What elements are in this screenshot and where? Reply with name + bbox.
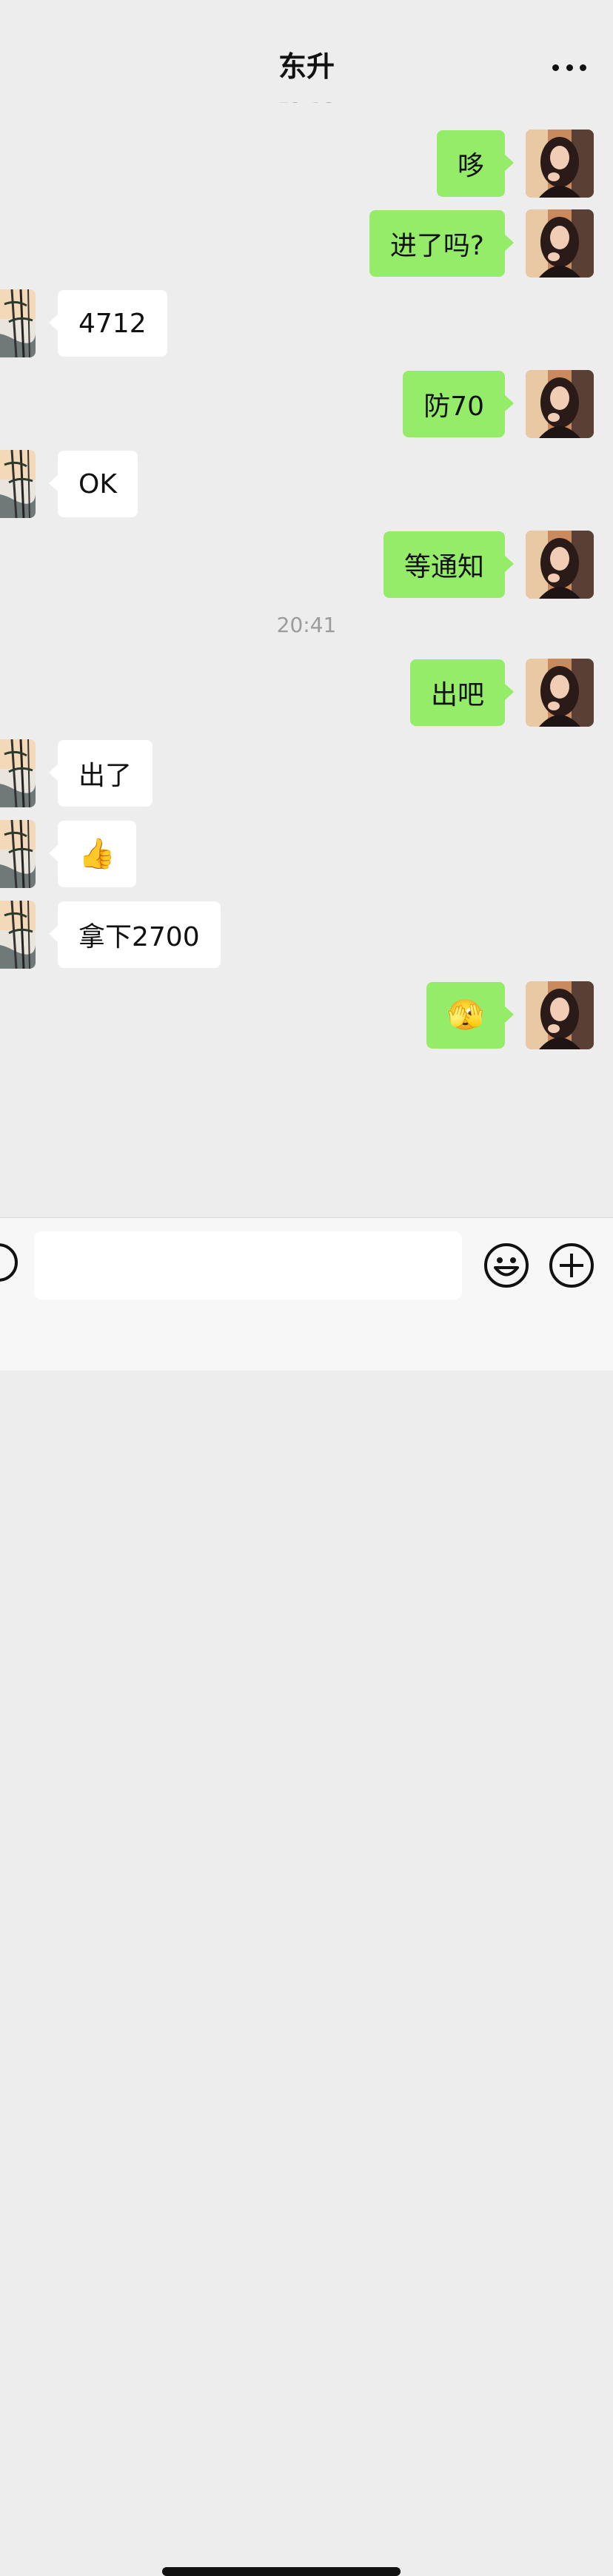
my-avatar[interactable]: [526, 531, 594, 599]
voice-icon[interactable]: [0, 1243, 18, 1282]
message-bubble[interactable]: 4712: [49, 290, 167, 357]
message-bubble[interactable]: 进了吗?: [369, 210, 515, 277]
my-avatar[interactable]: [526, 981, 594, 1049]
message-text: 防70: [423, 391, 484, 422]
contact-avatar[interactable]: [0, 901, 36, 969]
contact-avatar[interactable]: [0, 289, 36, 357]
message-bubble[interactable]: 等通知: [383, 531, 515, 598]
message-bubble[interactable]: 出了: [48, 740, 153, 807]
smiley-icon[interactable]: [483, 1242, 530, 1289]
message-received: OK: [0, 450, 613, 518]
message-sent: 出吧: [0, 659, 613, 727]
timestamp: 20:41: [276, 613, 337, 637]
my-avatar[interactable]: [526, 209, 594, 278]
plus-circle-icon[interactable]: [548, 1242, 595, 1289]
message-text: 等通知: [403, 552, 484, 582]
message-input[interactable]: [34, 1231, 462, 1299]
contact-avatar[interactable]: [0, 739, 36, 807]
message-text: 4712: [78, 308, 147, 339]
emoji-message: 🫣: [447, 998, 484, 1032]
message-bubble[interactable]: 拿下2700: [49, 901, 221, 968]
my-avatar[interactable]: [526, 659, 594, 727]
input-bar: [0, 1217, 613, 2576]
emoji-message: 👍: [78, 837, 115, 871]
message-bubble[interactable]: 🫣: [426, 982, 514, 1049]
message-list[interactable]: 19:53 哆 进了吗? 4712 防70 OK 等通知20:41 出吧: [0, 0, 613, 1217]
message-bubble[interactable]: 出吧: [409, 659, 515, 726]
message-sent: 防70: [0, 370, 613, 438]
message-bubble[interactable]: 哆: [436, 130, 515, 197]
message-bubble[interactable]: 防70: [403, 371, 514, 437]
message-received: 出了: [0, 739, 613, 807]
message-sent: 等通知: [0, 531, 613, 599]
message-received: 拿下2700: [0, 901, 613, 969]
chat-title: 东升: [278, 50, 335, 83]
message-sent: 哆: [0, 130, 613, 198]
message-text: 出了: [78, 761, 133, 791]
my-avatar[interactable]: [526, 130, 594, 198]
message-sent: 🫣: [0, 981, 613, 1049]
more-dots-icon[interactable]: [552, 64, 586, 71]
home-indicator: [162, 2567, 401, 2576]
message-text: 拿下2700: [78, 922, 200, 952]
chat-header: 东升: [0, 0, 613, 102]
message-bubble[interactable]: OK: [49, 451, 138, 517]
message-bubble[interactable]: 👍: [49, 821, 136, 887]
message-received: 4712: [0, 289, 613, 357]
message-received: 👍: [0, 820, 613, 888]
message-text: 出吧: [430, 680, 484, 710]
message-text: OK: [78, 468, 117, 500]
contact-avatar[interactable]: [0, 450, 36, 518]
message-text: 进了吗?: [389, 231, 484, 261]
message-sent: 进了吗?: [0, 209, 613, 278]
contact-avatar[interactable]: [0, 820, 36, 888]
my-avatar[interactable]: [526, 370, 594, 438]
message-text: 哆: [457, 151, 484, 181]
